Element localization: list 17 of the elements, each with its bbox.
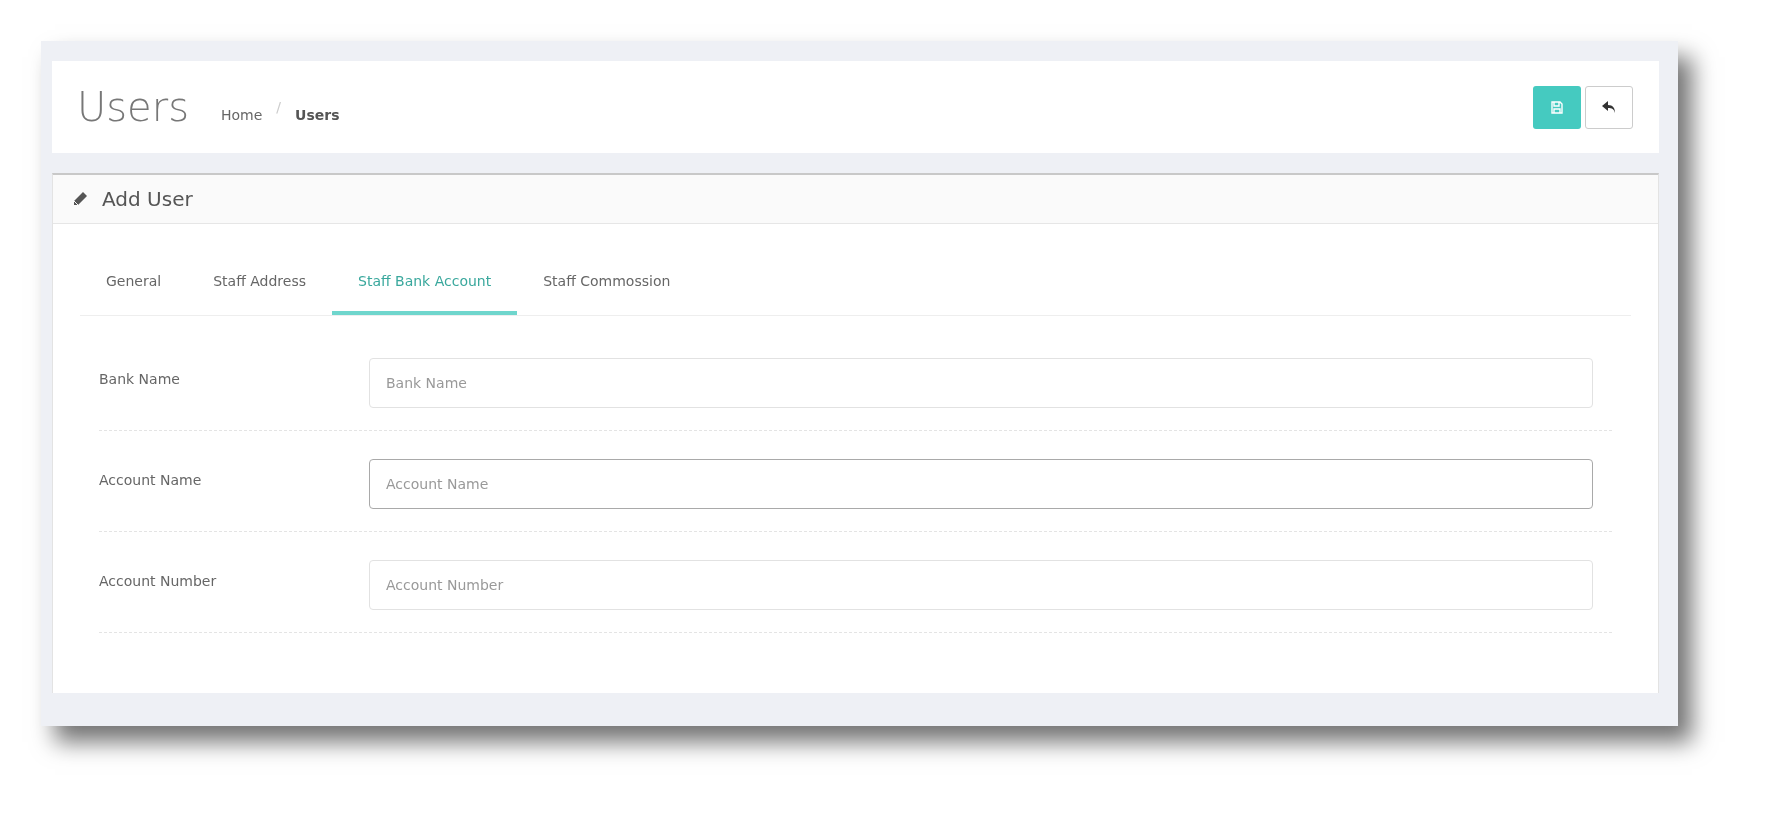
breadcrumb-separator: /	[276, 97, 282, 117]
tab[interactable]: Staff Bank Account	[332, 250, 518, 315]
card-title: Add User	[102, 186, 193, 213]
breadcrumb-current: Users	[295, 105, 340, 125]
breadcrumb-link[interactable]: Home	[221, 104, 263, 126]
field-label: Bank Name	[99, 369, 181, 389]
input-field[interactable]: Account Name	[369, 459, 1593, 509]
field-label: Account Number	[99, 571, 218, 591]
tab[interactable]: Staff Commossion	[517, 250, 697, 315]
reply-arrow-icon	[1602, 101, 1616, 113]
back-button[interactable]	[1585, 85, 1633, 129]
save-icon	[1551, 100, 1563, 114]
page-title: Users	[77, 83, 189, 132]
field-label: Account Name	[99, 470, 203, 490]
tab[interactable]: General	[80, 250, 188, 315]
tab[interactable]: Staff Address	[187, 250, 332, 315]
pencil-icon	[72, 191, 88, 207]
